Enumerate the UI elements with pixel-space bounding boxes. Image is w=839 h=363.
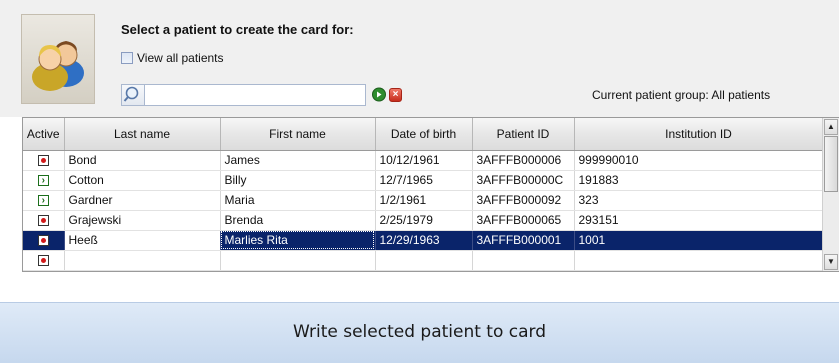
clear-search-icon[interactable]: × bbox=[389, 88, 402, 102]
table-header-row: Active Last name First name Date of birt… bbox=[23, 118, 824, 151]
search-icon[interactable] bbox=[121, 84, 145, 106]
scroll-up-icon[interactable]: ▲ bbox=[824, 119, 838, 135]
table-row-selected[interactable]: Heeß Marlies Rita 12/29/1963 3AFFFB00000… bbox=[23, 230, 824, 251]
column-header-first-name[interactable]: First name bbox=[220, 118, 376, 151]
institution-id-cell: 1001 bbox=[574, 230, 824, 251]
patient-table: Active Last name First name Date of birt… bbox=[23, 118, 824, 271]
column-header-institution-id[interactable]: Institution ID bbox=[574, 118, 824, 151]
table-row[interactable]: Grajewski Brenda 2/25/1979 3AFFFB000065 … bbox=[23, 210, 824, 231]
status-cell bbox=[23, 230, 65, 251]
date-of-birth-cell: 10/12/1961 bbox=[375, 150, 473, 171]
patient-id-cell bbox=[472, 250, 575, 271]
column-header-date-of-birth[interactable]: Date of birth bbox=[375, 118, 473, 151]
active-status-icon: › bbox=[37, 175, 49, 187]
view-all-checkbox-row[interactable]: View all patients bbox=[121, 50, 224, 66]
institution-id-cell: 999990010 bbox=[574, 150, 824, 171]
inactive-status-icon bbox=[37, 235, 49, 247]
first-name-cell: Marlies Rita bbox=[220, 230, 376, 251]
institution-id-cell: 293151 bbox=[574, 210, 824, 231]
scrollbar-thumb[interactable] bbox=[824, 136, 838, 192]
status-cell: › bbox=[23, 170, 65, 191]
institution-id-cell: 191883 bbox=[574, 170, 824, 191]
last-name-cell: Cotton bbox=[64, 170, 221, 191]
active-status-icon: › bbox=[37, 195, 49, 207]
view-all-checkbox[interactable] bbox=[121, 52, 133, 64]
date-of-birth-cell: 1/2/1961 bbox=[375, 190, 473, 211]
patient-id-cell: 3AFFFB000006 bbox=[472, 150, 575, 171]
patient-id-cell: 3AFFFB000065 bbox=[472, 210, 575, 231]
date-of-birth-cell: 12/7/1965 bbox=[375, 170, 473, 191]
first-name-cell: Brenda bbox=[220, 210, 376, 231]
last-name-cell: Grajewski bbox=[64, 210, 221, 231]
last-name-cell: Heeß bbox=[64, 230, 221, 251]
inactive-status-icon bbox=[37, 215, 49, 227]
first-name-cell: Billy bbox=[220, 170, 376, 191]
patients-icon bbox=[21, 14, 95, 104]
table-row[interactable]: Bond James 10/12/1961 3AFFFB000006 99999… bbox=[23, 150, 824, 171]
first-name-cell bbox=[220, 250, 376, 271]
table-row[interactable]: › Gardner Maria 1/2/1961 3AFFFB000092 32… bbox=[23, 190, 824, 211]
patient-id-cell: 3AFFFB000001 bbox=[472, 230, 575, 251]
patient-id-cell: 3AFFFB000092 bbox=[472, 190, 575, 211]
patient-selection-panel: Select a patient to create the card for:… bbox=[0, 0, 839, 117]
column-header-patient-id[interactable]: Patient ID bbox=[472, 118, 575, 151]
inactive-status-icon bbox=[37, 255, 49, 267]
page-title: Select a patient to create the card for: bbox=[121, 22, 354, 37]
column-header-active[interactable]: Active bbox=[23, 118, 65, 151]
status-cell bbox=[23, 210, 65, 231]
date-of-birth-cell: 2/25/1979 bbox=[375, 210, 473, 231]
last-name-cell: Gardner bbox=[64, 190, 221, 211]
table-row[interactable]: › Cotton Billy 12/7/1965 3AFFFB00000C 19… bbox=[23, 170, 824, 191]
table-row[interactable] bbox=[23, 250, 824, 271]
institution-id-cell bbox=[574, 250, 824, 271]
search-bar bbox=[121, 84, 366, 106]
view-all-label[interactable]: View all patients bbox=[137, 51, 224, 65]
patient-grid: Active Last name First name Date of birt… bbox=[22, 117, 839, 272]
date-of-birth-cell: 12/29/1963 bbox=[375, 230, 473, 251]
status-cell: › bbox=[23, 190, 65, 211]
patient-id-cell: 3AFFFB00000C bbox=[472, 170, 575, 191]
first-name-cell: James bbox=[220, 150, 376, 171]
status-cell bbox=[23, 150, 65, 171]
institution-id-cell: 323 bbox=[574, 190, 824, 211]
status-cell bbox=[23, 250, 65, 271]
go-arrow-icon[interactable] bbox=[372, 87, 386, 102]
last-name-cell: Bond bbox=[64, 150, 221, 171]
date-of-birth-cell bbox=[375, 250, 473, 271]
search-input[interactable] bbox=[145, 84, 366, 106]
vertical-scrollbar[interactable]: ▲ ▼ bbox=[822, 118, 839, 271]
scroll-down-icon[interactable]: ▼ bbox=[824, 254, 838, 270]
first-name-cell: Maria bbox=[220, 190, 376, 211]
column-header-last-name[interactable]: Last name bbox=[64, 118, 221, 151]
inactive-status-icon bbox=[37, 155, 49, 167]
last-name-cell bbox=[64, 250, 221, 271]
current-group-label: Current patient group: All patients bbox=[592, 88, 771, 102]
write-to-card-button[interactable]: Write selected patient to card bbox=[0, 302, 839, 363]
